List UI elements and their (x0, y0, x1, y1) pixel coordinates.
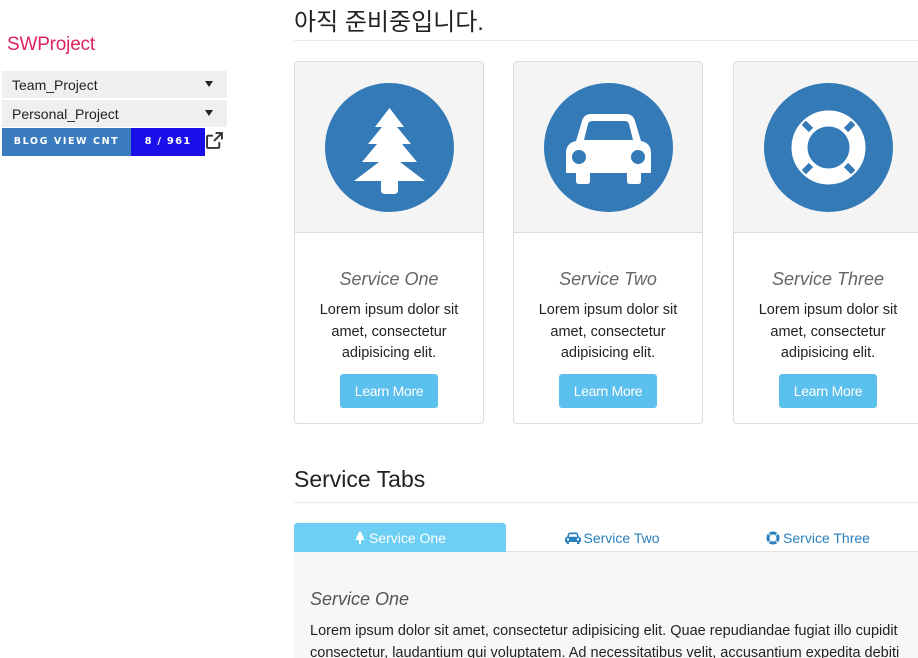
card-image-area (514, 62, 702, 233)
external-link-icon[interactable] (206, 132, 223, 149)
icon-circle (764, 83, 893, 212)
caret-down-icon (205, 110, 213, 116)
service-card-three: Service Three Lorem ipsum dolor sit amet… (733, 61, 918, 424)
service-card-one: Service One Lorem ipsum dolor sit amet, … (294, 61, 484, 424)
panel-title: Service One (310, 589, 410, 609)
learn-more-button[interactable]: Learn More (779, 374, 877, 408)
car-icon (566, 114, 651, 184)
section-heading: Service Tabs (294, 466, 426, 492)
card-image-area (295, 62, 483, 233)
card-title: Service Two (559, 269, 657, 289)
life-ring-icon (791, 110, 866, 185)
divider (294, 502, 918, 503)
sidebar-item-team-project[interactable]: Team_Project (2, 71, 227, 98)
tab-label: Service Three (783, 530, 870, 546)
sidebar-item-label: Personal_Project (12, 106, 119, 122)
card-text: Lorem ipsum dolor sit amet, consectetur … (538, 302, 678, 361)
icon-circle (325, 83, 454, 212)
panel-text: Lorem ipsum dolor sit amet, consectetur … (310, 621, 918, 658)
badge-value: 8 / 961 (131, 128, 205, 156)
brand-title[interactable]: SWProject (7, 34, 95, 56)
icon-circle (544, 83, 673, 212)
divider (294, 40, 918, 41)
learn-more-button[interactable]: Learn More (340, 374, 438, 408)
tree-icon (354, 108, 425, 194)
card-title: Service One (339, 269, 439, 289)
panel-text-line: consectetur, laudantium qui voluptatem. … (310, 644, 900, 658)
card-text: Lorem ipsum dolor sit amet, consectetur … (758, 302, 898, 361)
life-ring-icon (766, 531, 780, 545)
badge-label: BLOG VIEW CNT (2, 128, 131, 156)
blog-view-count-badge: BLOG VIEW CNT 8 / 961 (2, 128, 205, 156)
tab-panel: Service One Lorem ipsum dolor sit amet, … (294, 552, 918, 658)
card-image-area (734, 62, 918, 233)
sidebar-item-personal-project[interactable]: Personal_Project (2, 100, 227, 127)
card-text: Lorem ipsum dolor sit amet, consectetur … (319, 302, 459, 361)
tab-service-one[interactable]: Service One (294, 523, 506, 552)
tab-service-three[interactable]: Service Three (718, 523, 918, 552)
tab-label: Service One (368, 530, 447, 546)
sidebar-item-label: Team_Project (12, 77, 98, 93)
tree-icon (354, 531, 365, 544)
tab-label: Service Two (583, 530, 660, 546)
service-card-two: Service Two Lorem ipsum dolor sit amet, … (513, 61, 703, 424)
learn-more-button[interactable]: Learn More (559, 374, 657, 408)
caret-down-icon (205, 81, 213, 87)
panel-text-line: Lorem ipsum dolor sit amet, consectetur … (310, 623, 898, 639)
card-title: Service Three (771, 269, 885, 289)
car-icon (564, 532, 581, 544)
tab-service-two[interactable]: Service Two (506, 523, 718, 552)
page-title: 아직 준비중입니다. (294, 9, 484, 36)
